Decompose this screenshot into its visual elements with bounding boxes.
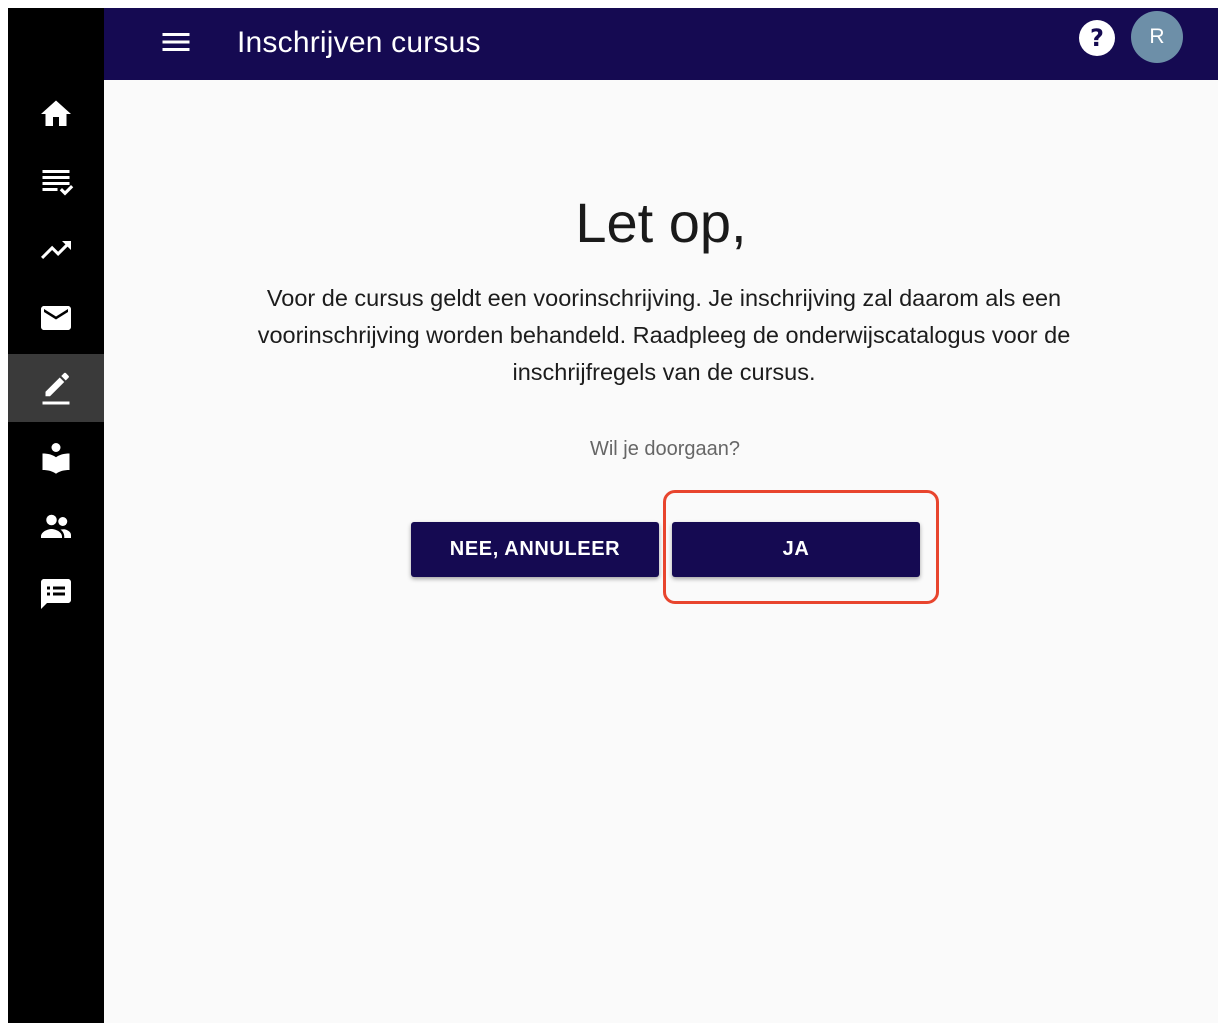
page-title: Inschrijven cursus: [237, 26, 481, 59]
sidebar-item-mail[interactable]: [8, 284, 104, 352]
dialog-heading: Let op,: [575, 191, 747, 254]
feedback-icon: [41, 579, 71, 609]
reading-person-icon: [42, 443, 70, 474]
sidebar-item-home[interactable]: [8, 80, 104, 148]
cancel-button[interactable]: NEE, ANNULEER: [411, 522, 659, 577]
sidebar-item-progress[interactable]: [8, 216, 104, 284]
menu-icon: [162, 33, 190, 51]
app-frame: Inschrijven cursus ? R Let op, Voor de c…: [8, 8, 1218, 1023]
menu-button[interactable]: [156, 22, 196, 62]
dialog-message: Voor de cursus geldt een voorinschrijvin…: [257, 285, 1071, 385]
list-check-icon: [42, 170, 74, 196]
help-button[interactable]: ?: [1079, 20, 1115, 56]
sidebar-nav: [8, 8, 104, 1023]
edit-icon: [42, 372, 70, 405]
sidebar-item-courses[interactable]: [8, 424, 104, 492]
sidebar-item-feedback[interactable]: [8, 560, 104, 628]
trending-up-icon: [41, 241, 71, 259]
home-icon: [41, 100, 71, 126]
people-icon: [41, 514, 71, 538]
top-app-bar: Inschrijven cursus ? R: [104, 8, 1218, 80]
sidebar-item-enroll[interactable]: [8, 354, 104, 422]
sidebar-item-results[interactable]: [8, 148, 104, 216]
dialog-question: Wil je doorgaan?: [589, 438, 741, 460]
help-icon: ?: [1090, 24, 1104, 52]
sidebar-item-groups[interactable]: [8, 492, 104, 560]
main-content: Let op, Voor de cursus geldt een voorins…: [104, 80, 1218, 1023]
user-avatar[interactable]: R: [1131, 11, 1183, 63]
mail-icon: [41, 306, 71, 330]
confirm-highlight-box: [663, 490, 939, 604]
